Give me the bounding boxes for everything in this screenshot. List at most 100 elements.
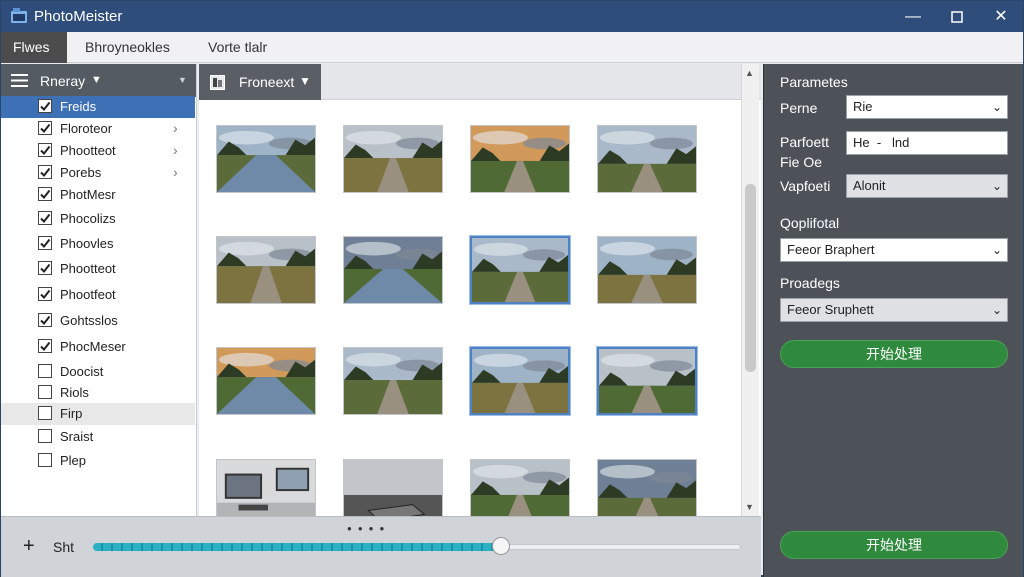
checkmark-icon [40, 145, 51, 156]
param-select-quality-value: Alonit [853, 178, 886, 193]
thumbnail-image [217, 348, 315, 414]
tree-item[interactable]: PhocMeser [1, 336, 195, 358]
output-select[interactable]: Feeor Braphert ⌄ [780, 238, 1008, 262]
menu-bar: Flwes Bhroyneokles Vorte tlalr [1, 32, 1023, 63]
thumbnail-sunset-lake[interactable] [216, 347, 316, 415]
view-selector[interactable]: Froneext ▼ [199, 64, 321, 100]
thumbnail-dirt-path-field[interactable] [343, 125, 443, 193]
tree-item[interactable]: Sraist [1, 426, 195, 448]
param-input-format[interactable]: He - lnd [846, 131, 1008, 155]
tree-item[interactable]: Riols [1, 382, 195, 404]
vertical-scrollbar[interactable]: ▲ ▼ [741, 64, 759, 516]
scroll-down-icon[interactable]: ▼ [745, 502, 754, 512]
add-icon[interactable]: + [23, 535, 35, 558]
tree-item-label: Phootteot [60, 143, 116, 158]
thumbnail-image [217, 460, 315, 516]
maximize-button[interactable] [935, 1, 979, 32]
tree-item[interactable]: Firp [1, 403, 195, 425]
checkbox-checked[interactable] [38, 339, 52, 353]
tree-item[interactable]: PhotMesr [1, 184, 195, 206]
tree-item[interactable]: Plep [1, 450, 195, 472]
param-select-name[interactable]: Rie ⌄ [846, 95, 1008, 119]
thumbnail-cloudy-field[interactable] [470, 459, 570, 516]
thumbnail-tree-road[interactable] [597, 459, 697, 516]
collapse-icon[interactable]: ▼ [178, 75, 187, 85]
tree-item[interactable]: Porebs › [1, 162, 195, 184]
tree-item-label: Gohtsslos [60, 313, 118, 328]
checkbox-checked[interactable] [38, 99, 52, 113]
scroll-up-icon[interactable]: ▲ [745, 68, 754, 78]
tree-item-label: Phootteot [60, 261, 116, 276]
menu-view[interactable]: Vorte tlalr [196, 32, 279, 63]
tree-item[interactable]: Phoovles [1, 233, 195, 255]
chevron-right-icon[interactable]: › [173, 142, 178, 158]
app-logo-icon [11, 8, 27, 23]
menu-browse[interactable]: Bhroyneokles [73, 32, 182, 63]
tree-item[interactable]: Floroteor › [1, 118, 195, 140]
zoom-slider-handle[interactable] [492, 537, 510, 555]
tree-item-label: Porebs [60, 165, 102, 180]
tree-item[interactable]: Phootteot › [1, 140, 195, 162]
menu-files[interactable]: Flwes [1, 32, 67, 63]
checkbox-checked[interactable] [38, 165, 52, 179]
checkmark-icon [40, 238, 51, 249]
folder-panel-header[interactable]: Rneray ▼ ▼ [1, 64, 196, 97]
tree-item[interactable]: Gohtsslos [1, 310, 195, 332]
tree-item-label: Freids [60, 99, 97, 114]
thumbnail-pine-road[interactable] [470, 347, 570, 415]
thumbnail-lake-cliffs[interactable] [216, 125, 316, 193]
add-label[interactable]: Sht [53, 539, 74, 555]
chevron-down-icon: ⌄ [991, 303, 1002, 317]
minimize-button[interactable]: — [891, 1, 935, 32]
thumbnail-image [472, 238, 568, 302]
scrollbar-thumb[interactable] [745, 184, 756, 372]
minimize-icon: — [905, 8, 921, 25]
checkmark-icon [40, 263, 51, 274]
thumbnail-desk-computers[interactable] [216, 459, 316, 516]
tree-item[interactable]: Doocist [1, 361, 195, 383]
start-processing-button-bottom[interactable]: 开始处理 [780, 531, 1008, 559]
thumbnail-mountain-meadow[interactable] [597, 347, 697, 415]
thumbnail-image [217, 237, 315, 303]
checkbox-checked[interactable] [38, 211, 52, 225]
thumbnail-grass-path-trees[interactable] [216, 236, 316, 304]
thumbnail-image [599, 349, 695, 413]
thumbnail-forest-canal[interactable] [343, 236, 443, 304]
close-button[interactable]: ✕ [979, 1, 1023, 32]
tree-item-label: Sraist [60, 429, 94, 444]
checkbox-checked[interactable] [38, 313, 52, 327]
checkbox-checked[interactable] [38, 187, 52, 201]
tree-item[interactable]: Phocolizs [1, 208, 195, 230]
param-select-quality[interactable]: Alonit ⌄ [846, 174, 1008, 198]
chevron-down-icon[interactable]: ▼ [91, 74, 102, 86]
checkbox-unchecked[interactable] [38, 453, 52, 467]
hamburger-menu-icon[interactable] [11, 74, 28, 87]
thumbnail-rail-track-field[interactable] [597, 125, 697, 193]
tree-item[interactable]: Phootteot [1, 258, 195, 280]
thumbnail-green-path[interactable] [343, 347, 443, 415]
thumbnail-road-tablet[interactable] [343, 459, 443, 516]
checkbox-unchecked[interactable] [38, 429, 52, 443]
tree-item[interactable]: Freids [1, 96, 195, 118]
checkbox-checked[interactable] [38, 121, 52, 135]
progress-select[interactable]: Feeor Sruphett ⌄ [780, 298, 1008, 322]
checkbox-unchecked[interactable] [38, 406, 52, 420]
thumbnail-sunset-road-trees[interactable] [470, 125, 570, 193]
tree-item-label: Firp [60, 406, 83, 421]
tree-item[interactable]: Phootfeot [1, 284, 195, 306]
thumbnail-field-path[interactable] [597, 236, 697, 304]
checkbox-checked[interactable] [38, 236, 52, 250]
checkbox-checked[interactable] [38, 143, 52, 157]
chevron-right-icon[interactable]: › [173, 120, 178, 136]
parameters-panel: Parametes Perne Rie ⌄ Parfoett Fie Oe He… [763, 64, 1023, 577]
checkbox-checked[interactable] [38, 287, 52, 301]
thumbnail-image [598, 126, 696, 192]
app-window: PhotoMeister — ✕ Flwes Bhroyneokles Vort… [0, 0, 1024, 577]
param-input-format-value: He - lnd [853, 135, 910, 150]
checkbox-unchecked[interactable] [38, 364, 52, 378]
checkbox-unchecked[interactable] [38, 385, 52, 399]
thumbnail-forest-road[interactable] [470, 236, 570, 304]
checkbox-checked[interactable] [38, 261, 52, 275]
start-processing-button[interactable]: 开始处理 [780, 340, 1008, 368]
chevron-right-icon[interactable]: › [173, 164, 178, 180]
